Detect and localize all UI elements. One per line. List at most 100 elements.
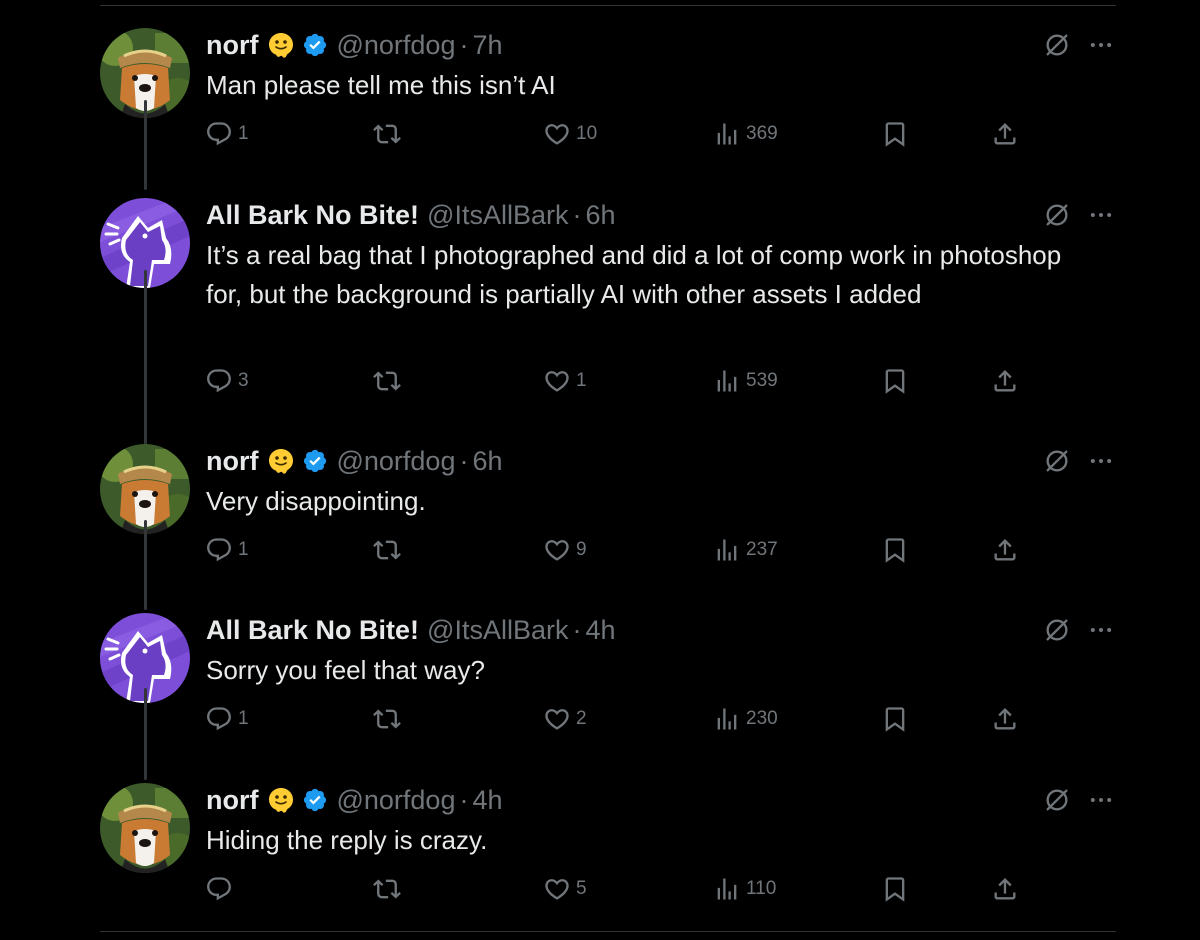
avatar[interactable] xyxy=(100,783,190,873)
separator-dot: · xyxy=(572,200,582,230)
separator-dot: · xyxy=(459,30,469,60)
share-button[interactable] xyxy=(990,363,1020,399)
hide-reply-icon[interactable] xyxy=(1042,200,1072,230)
author-handle[interactable]: @norfdog xyxy=(336,783,455,817)
like-button[interactable]: 5 xyxy=(542,871,587,907)
views-chart-icon xyxy=(712,535,742,565)
author-name[interactable]: All Bark No Bite! xyxy=(206,613,419,647)
separator-dot: · xyxy=(459,446,469,476)
author-handle[interactable]: @norfdog xyxy=(336,28,455,62)
like-button[interactable]: 1 xyxy=(542,363,587,399)
bookmark-icon xyxy=(880,874,910,904)
share-button[interactable] xyxy=(990,116,1020,152)
reply-icon xyxy=(204,535,234,565)
views-chart-icon xyxy=(712,119,742,149)
hide-reply-icon[interactable] xyxy=(1042,615,1072,645)
views-chart-icon xyxy=(712,704,742,734)
like-count: 1 xyxy=(576,370,587,391)
reply-button[interactable]: 1 xyxy=(204,701,249,737)
hide-reply-icon[interactable] xyxy=(1042,785,1072,815)
timestamp[interactable]: 6h xyxy=(472,444,502,478)
author-name[interactable]: norf xyxy=(206,28,258,62)
author-name[interactable]: norf xyxy=(206,444,258,478)
bookmark-button[interactable] xyxy=(880,363,910,399)
hide-reply-icon[interactable] xyxy=(1042,30,1072,60)
timestamp[interactable]: 6h xyxy=(585,198,615,232)
reply-icon xyxy=(204,119,234,149)
tweet-actions: 1 2 230 xyxy=(100,701,1116,737)
more-options-icon[interactable] xyxy=(1086,446,1116,476)
bottom-divider xyxy=(100,931,1116,932)
reply-button[interactable]: 1 xyxy=(204,116,249,152)
verified-badge-icon[interactable] xyxy=(302,787,328,813)
timestamp[interactable]: 7h xyxy=(472,28,502,62)
retweet-icon xyxy=(372,874,402,904)
reply-icon xyxy=(204,874,234,904)
views-button[interactable]: 539 xyxy=(712,363,778,399)
like-button[interactable]: 2 xyxy=(542,701,587,737)
timestamp[interactable]: 4h xyxy=(585,613,615,647)
tweet-top-icons xyxy=(1042,615,1116,645)
verified-badge-icon[interactable] xyxy=(302,32,328,58)
author-handle[interactable]: @ItsAllBark xyxy=(427,198,568,232)
bookmark-button[interactable] xyxy=(880,116,910,152)
like-button[interactable]: 9 xyxy=(542,532,587,568)
like-count: 5 xyxy=(576,878,587,899)
views-button[interactable]: 237 xyxy=(712,532,778,568)
author-handle[interactable]: @ItsAllBark xyxy=(427,613,568,647)
tweet-header: All Bark No Bite! @ItsAllBark · 6h xyxy=(206,198,616,232)
conversation-thread: norf @norfdog · 7h Man please tell me this i… xyxy=(100,0,1116,940)
bookmark-button[interactable] xyxy=(880,532,910,568)
author-name[interactable]: All Bark No Bite! xyxy=(206,198,419,232)
retweet-button[interactable] xyxy=(372,701,406,737)
like-count: 10 xyxy=(576,123,598,144)
share-button[interactable] xyxy=(990,871,1020,907)
tweet-header: norf @norfdog · 7h xyxy=(206,28,503,62)
heart-icon xyxy=(542,535,572,565)
tweet-top-icons xyxy=(1042,30,1116,60)
bookmark-button[interactable] xyxy=(880,871,910,907)
more-options-icon[interactable] xyxy=(1086,615,1116,645)
heart-icon xyxy=(542,366,572,396)
retweet-icon xyxy=(372,119,402,149)
tweet-text: Hiding the reply is crazy. xyxy=(206,825,488,855)
retweet-button[interactable] xyxy=(372,532,406,568)
tweet-actions: 1 10 369 xyxy=(100,116,1116,152)
share-button[interactable] xyxy=(990,532,1020,568)
reply-button[interactable]: 1 xyxy=(204,532,249,568)
view-count: 230 xyxy=(746,708,778,729)
retweet-icon xyxy=(372,535,402,565)
retweet-button[interactable] xyxy=(372,363,406,399)
reply-button[interactable] xyxy=(204,871,238,907)
bookmark-button[interactable] xyxy=(880,701,910,737)
more-options-icon[interactable] xyxy=(1086,200,1116,230)
views-button[interactable]: 110 xyxy=(712,871,776,907)
verified-badge-icon[interactable] xyxy=(302,448,328,474)
views-chart-icon xyxy=(712,874,742,904)
hide-reply-icon[interactable] xyxy=(1042,446,1072,476)
view-count: 539 xyxy=(746,370,778,391)
more-options-icon[interactable] xyxy=(1086,30,1116,60)
tweet-top-icons xyxy=(1042,446,1116,476)
share-icon xyxy=(990,874,1020,904)
heart-icon xyxy=(542,874,572,904)
more-options-icon[interactable] xyxy=(1086,785,1116,815)
timestamp[interactable]: 4h xyxy=(472,783,502,817)
tweet-header: norf @norfdog · 4h xyxy=(206,783,503,817)
tweet-top-icons xyxy=(1042,200,1116,230)
tweet-header: All Bark No Bite! @ItsAllBark · 4h xyxy=(206,613,616,647)
retweet-button[interactable] xyxy=(372,116,406,152)
tweet-text: Sorry you feel that way? xyxy=(206,655,485,685)
thread-connector-line xyxy=(144,270,147,445)
reply-button[interactable]: 3 xyxy=(204,363,249,399)
author-handle[interactable]: @norfdog xyxy=(336,444,455,478)
reply-icon xyxy=(204,704,234,734)
views-button[interactable]: 230 xyxy=(712,701,778,737)
author-name[interactable]: norf xyxy=(206,783,258,817)
like-button[interactable]: 10 xyxy=(542,116,597,152)
retweet-button[interactable] xyxy=(372,871,406,907)
share-button[interactable] xyxy=(990,701,1020,737)
tweet-actions: 5 110 xyxy=(100,871,1116,907)
views-button[interactable]: 369 xyxy=(712,116,778,152)
bookmark-icon xyxy=(880,535,910,565)
